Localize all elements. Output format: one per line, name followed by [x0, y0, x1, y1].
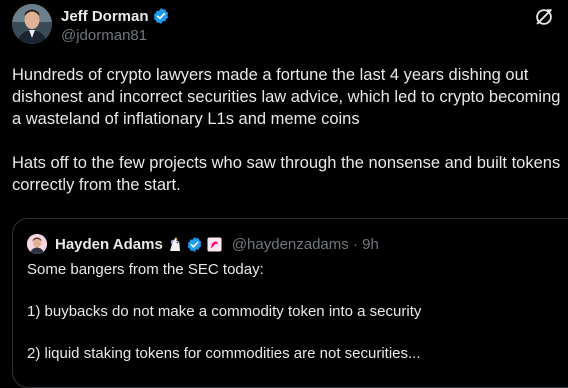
quoted-line: Some bangers from the SEC today: — [27, 261, 264, 278]
author-avatar[interactable] — [12, 4, 52, 44]
grok-icon[interactable] — [533, 6, 555, 28]
verified-badge-icon — [153, 8, 168, 24]
uniswap-badge-icon[interactable] — [207, 236, 222, 252]
author-name-row: Jeff Dorman — [61, 7, 170, 25]
quoted-line: 1) buybacks do not make a commodity toke… — [27, 303, 422, 320]
tweet-body: Hundreds of crypto lawyers made a fortun… — [12, 64, 562, 196]
verified-badge-icon — [187, 236, 202, 252]
tweet: Jeff Dorman @jdorman81 Hundreds of crypt… — [0, 0, 568, 388]
quoted-tweet-body: Some bangers from the SEC today: 1) buyb… — [27, 259, 567, 364]
quoted-tweet-header: Hayden Adams @haydenzadams · 9h — [27, 234, 379, 254]
quoted-author-handle-time[interactable]: @haydenzadams · 9h — [232, 236, 379, 253]
tweet-paragraph: Hats off to the few projects who saw thr… — [12, 154, 561, 194]
author-name[interactable]: Jeff Dorman — [61, 8, 149, 25]
quoted-tweet[interactable]: Hayden Adams @haydenzadams · 9h Some ban… — [12, 218, 568, 388]
quoted-line: 2) liquid staking tokens for commodities… — [27, 345, 421, 362]
unicorn-emoji-icon — [169, 237, 180, 251]
quoted-author-avatar[interactable] — [27, 234, 47, 254]
author-handle[interactable]: @jdorman81 — [61, 27, 147, 44]
quoted-author-name[interactable]: Hayden Adams — [55, 236, 163, 253]
tweet-paragraph: Hundreds of crypto lawyers made a fortun… — [12, 66, 561, 128]
